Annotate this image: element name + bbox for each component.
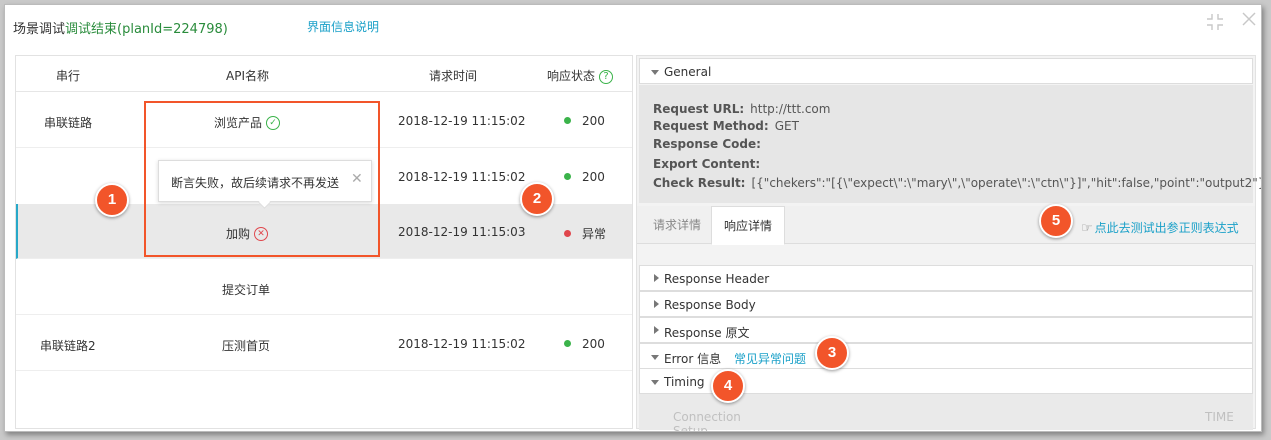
response-raw-section[interactable]: Response 原文 [639, 317, 1253, 343]
chain-name: 串联链路2 [40, 339, 96, 353]
callout-badge-1: 1 [95, 183, 129, 217]
debug-status: 调试结束(planId=224798) [65, 22, 228, 37]
api-name: 提交订单 [222, 283, 271, 297]
export-content-row: Export Content: [653, 157, 761, 171]
table-row[interactable]: 提交订单 [16, 260, 632, 315]
general-section-header[interactable]: General [639, 58, 1253, 84]
error-info-section[interactable]: Error 信息 常见异常问题 [639, 343, 1253, 369]
expand-icon[interactable] [1205, 13, 1225, 35]
dialog-title: 场景调试调试结束(planId=224798) [13, 18, 228, 37]
tab-request-detail[interactable]: 请求详情 [641, 206, 713, 244]
header-chain: 串行 [56, 69, 81, 83]
collapse-triangle-icon [651, 70, 659, 75]
tab-response-detail[interactable]: 响应详情 [711, 206, 786, 245]
collapse-triangle-icon [651, 380, 659, 385]
scenario-debug-dialog: 场景调试调试结束(planId=224798) 界面信息说明 串行 API名称 … [4, 4, 1262, 432]
dialog-titlebar: 场景调试调试结束(planId=224798) 界面信息说明 [5, 5, 1261, 49]
header-time: 请求时间 [429, 69, 478, 83]
detail-tabs: 请求详情 响应详情 ☞ 点此去测试出参正则表达式 [637, 206, 1255, 245]
callout-badge-2: 2 [520, 182, 554, 216]
regex-test-link[interactable]: ☞ 点此去测试出参正则表达式 [1081, 219, 1239, 236]
status-ok-dot [564, 340, 571, 347]
response-status: 异常 [564, 225, 606, 242]
response-header-section[interactable]: Response Header [639, 265, 1253, 291]
help-icon[interactable]: ? [599, 69, 614, 84]
collapse-triangle-icon [651, 355, 659, 360]
title-prefix: 场景调试 [13, 22, 66, 37]
table-row[interactable]: 串联链路2 压测首页 2018-12-19 11:15:02 200 [16, 316, 632, 371]
expand-triangle-icon [654, 326, 659, 334]
general-section-body: Request URL: http://ttt.com Request Metho… [639, 85, 1261, 203]
header-status: 响应状态? [547, 67, 614, 84]
ui-info-link[interactable]: 界面信息说明 [307, 18, 379, 35]
response-status: 200 [564, 114, 605, 128]
response-body-section[interactable]: Response Body [639, 291, 1253, 317]
api-name: 压测首页 [222, 339, 271, 353]
response-status: 200 [564, 170, 605, 184]
timing-col-time: TIME [1205, 410, 1234, 424]
table-header: 串行 API名称 请求时间 响应状态? [16, 56, 632, 92]
expand-triangle-icon [654, 300, 659, 308]
request-method-row: Request Method: GET [653, 119, 799, 133]
request-time: 2018-12-19 11:15:02 [398, 114, 526, 128]
tooltip-message: 断言失败，故后续请求不再发送 [171, 176, 340, 190]
request-url-row: Request URL: http://ttt.com [653, 102, 831, 116]
timing-col-connection: Connection [673, 410, 741, 424]
check-result-row: Check Result: [{"chekers":"[{\"expect\":\… [653, 176, 1262, 190]
hand-pointer-icon: ☞ [1081, 221, 1093, 236]
common-errors-link[interactable]: 常见异常问题 [734, 350, 806, 367]
expand-triangle-icon [654, 274, 659, 282]
timing-col-setup: Setup [673, 424, 708, 432]
callout-badge-5: 5 [1039, 204, 1073, 238]
header-api: API名称 [226, 69, 269, 83]
tooltip-close-icon[interactable]: ✕ [351, 171, 363, 187]
response-status: 200 [564, 337, 605, 351]
request-time: 2018-12-19 11:15:03 [398, 225, 526, 239]
status-ok-dot [564, 173, 571, 180]
status-error-dot [564, 230, 571, 237]
callout-badge-4: 4 [711, 369, 745, 403]
chain-name: 串联链路 [44, 116, 93, 130]
request-time: 2018-12-19 11:15:02 [398, 337, 526, 351]
close-icon[interactable] [1241, 11, 1257, 32]
general-label: General [664, 65, 712, 79]
request-time: 2018-12-19 11:15:02 [398, 170, 526, 184]
status-ok-dot [564, 117, 571, 124]
assertion-fail-tooltip: 断言失败，故后续请求不再发送 ✕ [158, 160, 372, 202]
response-code-row: Response Code: [653, 137, 761, 151]
request-list-panel: 串行 API名称 请求时间 响应状态? 串联链路 浏览产品 ✓ 2018-12-1… [15, 55, 633, 429]
callout-badge-3: 3 [815, 336, 849, 370]
